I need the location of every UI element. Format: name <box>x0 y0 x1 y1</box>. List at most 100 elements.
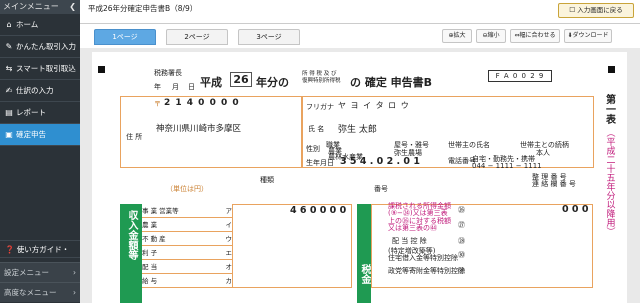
tab-page-3[interactable]: 3ページ <box>238 29 300 45</box>
income-row[interactable]: 農 業 イ <box>142 218 232 232</box>
sidebar-item-smart-import[interactable]: ⇆ スマート取引取込 <box>0 58 80 80</box>
edit-icon: ✍ <box>5 85 13 95</box>
zoom-out-label: 縮小 <box>487 32 500 39</box>
title-end: の 確定 申告書B <box>350 76 433 89</box>
sidebar-item-label: かんたん取引入力 <box>16 41 76 51</box>
advanced-menu[interactable]: 高度なメニュー › <box>0 282 80 302</box>
business-income-value[interactable]: 4 6 0 0 0 0 <box>290 205 346 216</box>
income-row[interactable]: 不 動 産 ウ <box>142 232 232 246</box>
tax-row-label: (特定増改築等) 住宅借入金等特別控除 <box>388 247 458 262</box>
back-button-label: 入力画面に戻る <box>577 6 623 14</box>
income-row-sub: 農 業 <box>142 221 158 229</box>
number-label: 番号 <box>374 185 388 193</box>
income-amount-column <box>232 204 352 288</box>
sex-label: 性別 <box>306 145 320 153</box>
fit-width-label: 幅に合わせる <box>519 32 556 39</box>
sidebar-item-label: 仕訳の入力 <box>16 85 54 95</box>
income-row[interactable]: 配 当 オ <box>142 260 232 274</box>
furigana-label: フリガナ <box>306 103 334 111</box>
main-panel: 平成26年分確定申告書B（8/9） ☐ 入力画面に戻る 1ページ 2ページ 3ペ… <box>80 0 640 303</box>
taxable-income-value[interactable]: 0 0 0 <box>562 204 588 215</box>
name-label: 氏 名 <box>308 125 325 133</box>
sidebar-item-journal-entry[interactable]: ✍ 仕訳の入力 <box>0 80 80 102</box>
zoom-out-button[interactable]: ⊖縮小 <box>476 29 506 43</box>
tax-types-label: 所 得 税 及 び 復興特別所得税 <box>302 71 341 84</box>
sidebar-item-label: ホーム <box>16 19 39 29</box>
first-page-label: 第一表 <box>603 94 615 124</box>
tax-section-label: 税金 <box>359 264 370 284</box>
income-row[interactable]: 事 業 営業等 ア <box>142 204 232 218</box>
tax-row-mark: ㉘ <box>458 237 465 245</box>
sidebar-item-home[interactable]: ⌂ ホーム <box>0 14 80 36</box>
home-icon: ⌂ <box>6 19 12 29</box>
main-menu-header[interactable]: メインメニュー ❮ <box>0 0 80 14</box>
address-label: 住 所 <box>126 133 143 141</box>
unit-label: （単位は円） <box>166 185 208 193</box>
address-field[interactable]: 神奈川県川崎市多摩区 <box>156 122 241 134</box>
fit-width-button[interactable]: ⇔幅に合わせる <box>510 29 560 43</box>
tax-row-mark: ㉗ <box>458 221 465 229</box>
tax-row-label: 上の㉖に対する税額 又は第三表の㊹ <box>388 217 451 232</box>
name-field[interactable]: 弥生 太郎 <box>338 122 377 135</box>
back-to-input-button[interactable]: ☐ 入力画面に戻る <box>558 3 634 18</box>
document-viewer[interactable]: 税務署長 年 月 日 平成 26 年分の 所 得 税 及 び 復興特別所得税 の… <box>80 48 640 303</box>
download-label: ダウンロード <box>572 32 609 39</box>
income-row-label: 事 業 <box>142 207 158 215</box>
tax-section-header: 税金 <box>357 204 371 303</box>
tax-row-label: 配 当 控 除 <box>392 237 427 245</box>
vertical-note: （平成二十五年分以降用） <box>604 128 615 236</box>
sidebar-item-guide-faq[interactable]: ❓ 使い方ガイド・FAQ <box>0 240 80 272</box>
income-section-header: 収入金額等 <box>120 204 142 303</box>
advanced-menu-label: 高度なメニュー <box>4 288 57 297</box>
chevron-left-icon[interactable]: ❮ <box>69 0 76 14</box>
furigana-field[interactable]: ヤ ヨ イ タ ロ ウ <box>338 100 410 111</box>
birth-field[interactable]: 3 5 4 . 0 2 . 0 1 <box>340 156 420 167</box>
income-section-label: 収入金額等 <box>126 210 137 260</box>
download-button[interactable]: ⬇ダウンロード <box>564 29 612 43</box>
zoom-in-label: 拡大 <box>453 32 466 39</box>
sidebar-item-easy-entry[interactable]: ✎ かんたん取引入力 <box>0 36 80 58</box>
tab-bar: 1ページ 2ページ 3ページ ⊕拡大 ⊖縮小 ⇔幅に合わせる ⬇ダウンロード <box>80 27 640 48</box>
income-row-sub: 利 子 <box>142 249 158 257</box>
document-code: F A 0 0 2 9 <box>488 70 552 82</box>
householder-label: 世帯主の氏名 <box>448 141 490 149</box>
sidebar-item-label: 確定申告 <box>16 129 46 139</box>
tax-row-label: 政党等寄附金等特別控除 <box>388 267 465 275</box>
relation-field[interactable]: 本人 <box>536 148 550 158</box>
phone-field[interactable]: 044 − 1111 − 1111 <box>472 162 542 170</box>
year-field[interactable]: 26 <box>230 72 252 87</box>
settings-menu-label: 設定メニュー <box>4 268 49 277</box>
registration-mark <box>608 66 615 73</box>
pencil-icon: ✎ <box>5 41 13 51</box>
tab-page-1[interactable]: 1ページ <box>94 29 156 45</box>
heisei-label: 平成 <box>200 76 222 89</box>
title-bar: 平成26年分確定申告書B（8/9） ☐ 入力画面に戻る <box>80 0 640 24</box>
help-icon: ❓ <box>5 245 15 254</box>
income-row-sub: 営業等 <box>159 207 179 215</box>
sidebar-item-tax-return[interactable]: ▣ 確定申告 <box>0 124 80 146</box>
registration-mark <box>98 66 105 73</box>
chevron-right-icon: › <box>73 288 76 297</box>
document-icon: ▣ <box>5 129 13 139</box>
tax-row-mark: ㉚ <box>458 251 465 259</box>
income-row-sub: 給 与 <box>142 277 158 285</box>
tax-row-label: 課税される所得金額 (⑨−㉔)又は第三表 <box>388 202 451 217</box>
sidebar-item-label: レポート <box>16 107 46 117</box>
settings-menu[interactable]: 設定メニュー › <box>0 262 80 282</box>
date-month-label: 月 <box>172 83 179 91</box>
income-row[interactable]: 給 与 カ <box>142 274 232 288</box>
page-title: 平成26年分確定申告書B（8/9） <box>88 4 198 13</box>
tax-row-mark: ㉛ <box>458 267 465 275</box>
sidebar-item-report[interactable]: ▤ レポート <box>0 102 80 124</box>
main-menu-label: メインメニュー <box>3 2 59 11</box>
income-row[interactable]: 利 子 エ <box>142 246 232 260</box>
income-row-sub: 配 当 <box>142 263 158 271</box>
date-year-label: 年 <box>154 83 161 91</box>
tax-office-label: 税務署長 <box>154 69 182 77</box>
tab-page-2[interactable]: 2ページ <box>166 29 228 45</box>
postal-code-field[interactable]: 2 1 4 0 0 0 0 <box>164 98 240 108</box>
type-label: 種類 <box>260 176 274 184</box>
chevron-right-icon: › <box>73 268 76 277</box>
back-icon: ☐ <box>569 6 576 14</box>
zoom-in-button[interactable]: ⊕拡大 <box>442 29 472 43</box>
